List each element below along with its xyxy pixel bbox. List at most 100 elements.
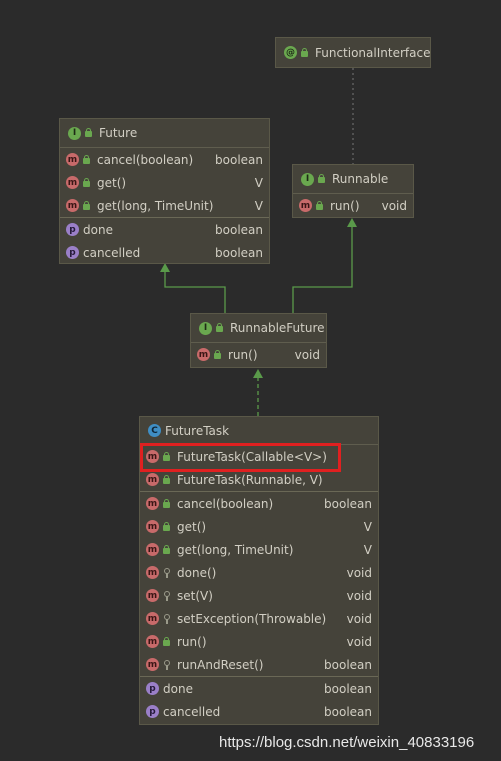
edge-runnablefuture-runnable — [292, 225, 353, 313]
member-name: runAndReset() — [177, 657, 264, 672]
member-name: cancel(boolean) — [97, 152, 194, 167]
member-name: cancelled — [163, 704, 221, 719]
member-name: run() — [228, 347, 258, 362]
member-type: boolean — [324, 704, 372, 719]
public-lock-icon — [83, 177, 91, 188]
interface-icon: I — [301, 172, 314, 186]
public-lock-icon — [316, 200, 324, 211]
member-row[interactable]: m get(long, TimeUnit) V — [140, 538, 378, 561]
member-row[interactable]: m run() void — [140, 630, 378, 653]
functionalinterface-node[interactable]: @ FunctionalInterface — [275, 37, 431, 68]
member-row[interactable]: m set(V) void — [140, 584, 378, 607]
method-icon: m — [197, 348, 210, 361]
member-row[interactable]: p done boolean — [60, 217, 269, 241]
public-lock-icon — [318, 174, 326, 184]
member-name: cancel(boolean) — [177, 496, 274, 511]
member-row[interactable]: m get(long, TimeUnit) V — [60, 194, 269, 217]
member-type: boolean — [215, 245, 263, 260]
member-name: get(long, TimeUnit) — [177, 542, 294, 557]
member-name: get() — [177, 519, 207, 534]
public-lock-icon — [83, 154, 91, 165]
member-name: run() — [177, 634, 207, 649]
property-icon: p — [66, 223, 79, 236]
functionalinterface-header: @ FunctionalInterface — [276, 38, 430, 67]
public-lock-icon — [83, 200, 91, 211]
arrow-runnable — [347, 218, 357, 227]
member-name: run() — [330, 198, 360, 213]
runnablefuture-header: I RunnableFuture — [191, 314, 326, 343]
member-name: get() — [97, 175, 127, 190]
member-type: void — [346, 634, 372, 649]
method-icon: m — [146, 473, 159, 486]
method-icon: m — [146, 612, 159, 625]
future-node[interactable]: I Future m cancel(boolean) boolean m get… — [59, 118, 270, 264]
property-icon: p — [146, 682, 159, 695]
runnable-node[interactable]: I Runnable m run() void — [292, 164, 414, 218]
method-icon: m — [66, 199, 79, 212]
protected-key-icon — [163, 567, 171, 578]
member-type: boolean — [324, 681, 372, 696]
member-type: V — [363, 519, 372, 534]
public-lock-icon — [163, 498, 171, 509]
interface-icon: I — [199, 321, 212, 335]
member-row[interactable]: m run() void — [191, 343, 326, 366]
member-name: done — [83, 222, 113, 237]
protected-key-icon — [163, 590, 171, 601]
annotation-icon: @ — [284, 46, 297, 59]
runnable-title: Runnable — [332, 172, 389, 186]
runnablefuture-title: RunnableFuture — [230, 321, 325, 335]
method-icon: m — [146, 566, 159, 579]
class-icon: C — [148, 424, 161, 437]
member-name: done() — [177, 565, 217, 580]
method-icon: m — [146, 589, 159, 602]
watermark-text: https://blog.csdn.net/weixin_40833196 — [219, 734, 475, 751]
arrow-future — [160, 263, 170, 272]
public-lock-icon — [216, 323, 224, 333]
member-row[interactable]: m run() void — [293, 194, 413, 217]
functionalinterface-title: FunctionalInterface — [315, 45, 431, 60]
member-type: boolean — [324, 496, 372, 511]
member-row[interactable]: p cancelled boolean — [140, 700, 378, 723]
protected-key-icon — [163, 659, 171, 670]
public-lock-icon — [301, 47, 309, 58]
method-icon: m — [66, 176, 79, 189]
member-row[interactable]: m done() void — [140, 561, 378, 584]
method-icon: m — [146, 520, 159, 533]
member-type: void — [346, 588, 372, 603]
member-row[interactable]: m runAndReset() boolean — [140, 653, 378, 676]
property-icon: p — [146, 705, 159, 718]
method-icon: m — [146, 658, 159, 671]
future-title: Future — [99, 126, 138, 140]
member-type: boolean — [324, 657, 372, 672]
future-header: I Future — [60, 119, 269, 148]
method-icon: m — [299, 199, 312, 212]
highlight-box — [140, 443, 341, 472]
arrow-runnablefuture — [253, 369, 263, 378]
futuretask-header: C FutureTask — [140, 417, 378, 445]
member-type: void — [346, 611, 372, 626]
member-type: void — [346, 565, 372, 580]
member-name: get(long, TimeUnit) — [97, 198, 214, 213]
member-type: boolean — [215, 152, 263, 167]
member-row[interactable]: p done boolean — [140, 676, 378, 700]
public-lock-icon — [163, 544, 171, 555]
member-row[interactable]: m setException(Throwable) void — [140, 607, 378, 630]
member-type: V — [254, 198, 263, 213]
member-type: void — [381, 198, 407, 213]
public-lock-icon — [85, 128, 93, 138]
member-name: FutureTask(Runnable, V) — [177, 472, 323, 487]
property-icon: p — [66, 246, 79, 259]
member-type: V — [363, 542, 372, 557]
member-row[interactable]: m cancel(boolean) boolean — [60, 148, 269, 171]
member-row[interactable]: m get() V — [140, 515, 378, 538]
member-row[interactable]: m cancel(boolean) boolean — [140, 491, 378, 515]
public-lock-icon — [163, 521, 171, 532]
method-icon: m — [146, 543, 159, 556]
member-type: void — [294, 347, 320, 362]
member-row[interactable]: m get() V — [60, 171, 269, 194]
member-name: cancelled — [83, 245, 141, 260]
runnablefuture-node[interactable]: I RunnableFuture m run() void — [190, 313, 327, 368]
method-icon: m — [66, 153, 79, 166]
member-row[interactable]: p cancelled boolean — [60, 241, 269, 264]
member-type: boolean — [215, 222, 263, 237]
